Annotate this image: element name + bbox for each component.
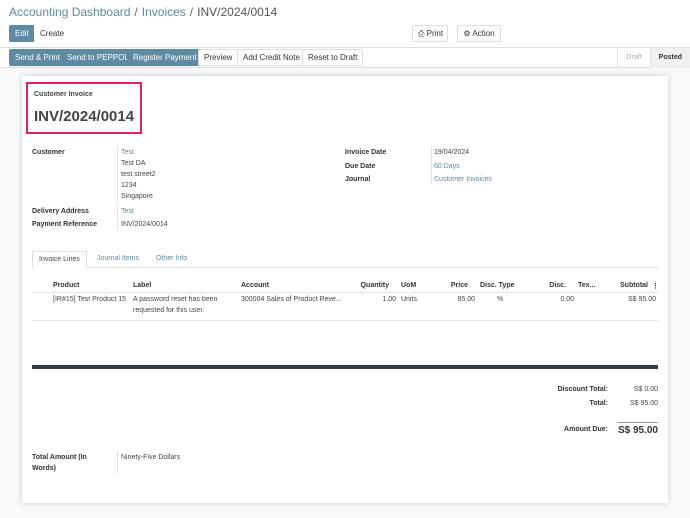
edit-button[interactable]: Edit bbox=[9, 25, 35, 42]
line-account: 300004 Sales of Product Reve... bbox=[241, 296, 342, 303]
line-subtotal: S$ 95.00 bbox=[627, 296, 656, 303]
column-header-taxes[interactable]: Tex... bbox=[578, 282, 595, 289]
tab-other-info[interactable]: Other Info bbox=[150, 251, 193, 268]
print-icon: ⎙ bbox=[418, 29, 425, 38]
totals-divider bbox=[618, 422, 658, 423]
add-credit-note-button[interactable]: Add Credit Note bbox=[237, 49, 306, 66]
column-header-uom[interactable]: UoM bbox=[401, 282, 416, 289]
field-divider bbox=[431, 146, 432, 184]
reset-to-draft-button[interactable]: Reset to Draft bbox=[302, 49, 364, 66]
breadcrumb: Accounting Dashboard / Invoices / INV/2024/0… bbox=[9, 5, 277, 19]
breadcrumb-invoices[interactable]: Invoices bbox=[142, 5, 186, 19]
customer-label: Customer bbox=[32, 149, 65, 156]
invoice-sheet: Customer Invoice INV/2024/0014 Customer … bbox=[22, 76, 668, 503]
table-footer-bar bbox=[32, 365, 658, 369]
amount-words-value: Ninety-Five Dollars bbox=[121, 454, 181, 461]
statusbar: Send & Print Send to PEPPOL Register Pay… bbox=[0, 48, 690, 68]
line-label-continued: requested for this user. bbox=[133, 307, 205, 314]
customer-address-line: 1234 bbox=[121, 182, 137, 189]
field-divider bbox=[117, 451, 118, 473]
line-disc-type: % bbox=[497, 296, 504, 303]
breadcrumb-current: INV/2024/0014 bbox=[197, 5, 278, 19]
discount-total-value: S$ 0.00 bbox=[633, 386, 658, 393]
line-price: 95.00 bbox=[457, 296, 475, 303]
table-row-divider bbox=[32, 320, 658, 321]
action-button[interactable]: ⚙ Action bbox=[457, 25, 501, 42]
amount-words-label-continued: Words) bbox=[32, 465, 56, 472]
action-label: Action bbox=[472, 29, 495, 38]
total-value: S$ 95.00 bbox=[629, 400, 658, 407]
customer-name-link[interactable]: Test bbox=[121, 147, 134, 158]
column-header-price[interactable]: Price bbox=[442, 282, 468, 289]
invoice-title-highlight: Customer Invoice INV/2024/0014 bbox=[26, 82, 142, 134]
status-step-posted[interactable]: Posted bbox=[649, 48, 690, 68]
column-header-disc[interactable]: Disc. bbox=[532, 282, 566, 289]
due-date-value[interactable]: 60 Days bbox=[434, 161, 460, 172]
create-button[interactable]: Create bbox=[34, 25, 71, 42]
send-print-button[interactable]: Send & Print bbox=[9, 49, 66, 66]
breadcrumb-separator: / bbox=[189, 5, 194, 19]
journal-value[interactable]: Customer Invoices bbox=[434, 174, 492, 185]
print-button[interactable]: ⎙ Print bbox=[412, 25, 448, 42]
line-label: A password reset has been bbox=[133, 296, 218, 303]
status-step-draft[interactable]: Draft bbox=[617, 48, 649, 68]
invoice-date-value: 19/04/2024 bbox=[434, 149, 470, 156]
tab-invoice-lines[interactable]: Invoice Lines bbox=[32, 251, 87, 268]
register-payment-button[interactable]: Register Payment bbox=[127, 49, 203, 66]
column-header-account[interactable]: Account bbox=[241, 282, 269, 289]
field-divider bbox=[117, 146, 118, 201]
print-label: Print bbox=[426, 29, 444, 38]
preview-button[interactable]: Preview bbox=[198, 49, 239, 66]
tab-journal-items[interactable]: Journal Items bbox=[91, 251, 145, 268]
line-quantity: 1.00 bbox=[382, 296, 396, 303]
table-header-divider bbox=[32, 292, 658, 293]
invoice-type-label: Customer Invoice bbox=[34, 91, 93, 98]
status-steps: Draft Posted bbox=[617, 48, 690, 68]
payment-reference-value: INV/2024/0014 bbox=[121, 221, 168, 228]
column-header-label[interactable]: Label bbox=[133, 282, 151, 289]
invoice-number: INV/2024/0014 bbox=[34, 108, 135, 125]
column-options-icon[interactable]: ⋮ bbox=[652, 282, 659, 290]
customer-address-line: Singapore bbox=[121, 193, 153, 200]
control-panel: Accounting Dashboard / Invoices / INV/2024/0… bbox=[0, 0, 690, 48]
column-header-subtotal[interactable]: Subtotal bbox=[608, 282, 648, 289]
delivery-address-label: Delivery Address bbox=[32, 208, 89, 215]
column-header-quantity[interactable]: Quantity bbox=[347, 282, 389, 289]
total-label: Total: bbox=[589, 400, 608, 407]
amount-due-value: S$ 95.00 bbox=[617, 425, 658, 436]
invoice-date-label: Invoice Date bbox=[345, 149, 387, 156]
line-disc: 0.00 bbox=[560, 296, 574, 303]
notebook-tabs: Invoice Lines Journal Items Other Info bbox=[32, 251, 658, 268]
field-divider bbox=[117, 218, 118, 230]
line-product: [IR#15] Test Product 15 bbox=[53, 296, 127, 303]
customer-address-line: test street2 bbox=[121, 171, 156, 178]
journal-label: Journal bbox=[345, 176, 371, 183]
line-uom: Units bbox=[401, 296, 417, 303]
field-divider bbox=[117, 205, 118, 217]
gear-icon: ⚙ bbox=[463, 29, 471, 38]
amount-due-label: Amount Due: bbox=[564, 426, 608, 433]
delivery-address-link[interactable]: Test bbox=[121, 206, 134, 217]
breadcrumb-separator: / bbox=[134, 5, 138, 19]
send-to-peppol-button[interactable]: Send to PEPPOL bbox=[61, 49, 135, 66]
payment-reference-label: Payment Reference bbox=[32, 221, 97, 228]
breadcrumb-accounting-dashboard[interactable]: Accounting Dashboard bbox=[9, 5, 130, 19]
discount-total-label: Discount Total: bbox=[557, 386, 608, 393]
customer-address-line: Test DA bbox=[121, 160, 146, 167]
amount-words-label: Total Amount (In bbox=[32, 454, 87, 461]
column-header-disc-type[interactable]: Disc. Type bbox=[480, 282, 515, 289]
column-header-product[interactable]: Product bbox=[53, 282, 79, 289]
due-date-label: Due Date bbox=[345, 163, 376, 170]
